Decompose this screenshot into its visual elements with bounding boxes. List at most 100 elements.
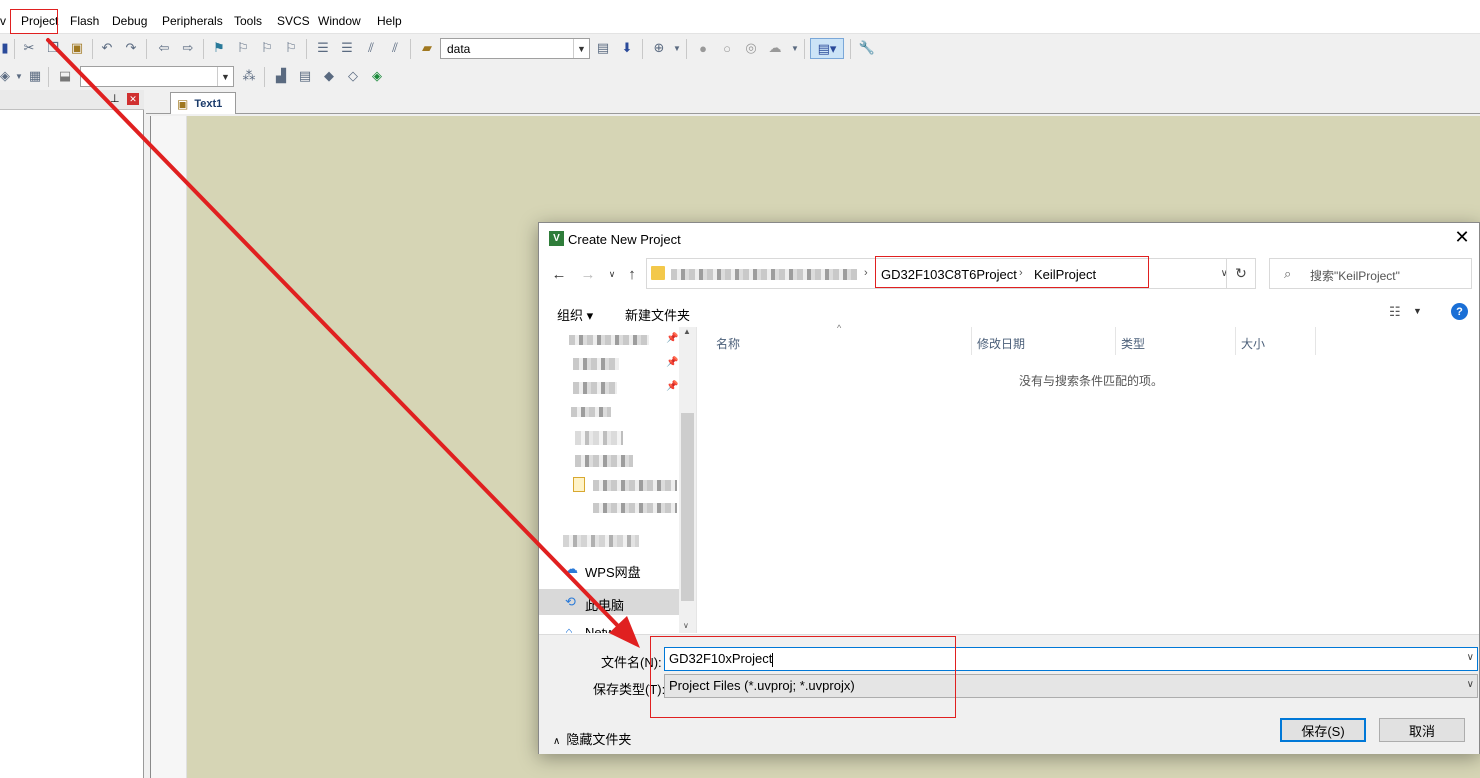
save-button[interactable]: 保存(S) — [1280, 718, 1366, 742]
cut-icon[interactable]: ✂ — [20, 39, 38, 57]
menu-debug[interactable]: Debug — [112, 14, 147, 28]
menu-project[interactable]: Project — [21, 14, 58, 28]
menu-tools[interactable]: Tools — [234, 14, 262, 28]
find-icon[interactable]: ⊕ — [650, 39, 668, 57]
search-icon: ⌕ — [1284, 266, 1292, 281]
nav-forward-icon[interactable]: ⇨ — [179, 39, 197, 57]
chevron-down-icon: ▼ — [217, 67, 233, 86]
address-bar[interactable]: › GD32F103C8T6Project › KeilProject ∨ — [646, 258, 1237, 289]
back-icon[interactable]: ← — [550, 263, 568, 285]
project-pane-header: ⊥ ✕ — [0, 90, 144, 110]
breakpoint-disable-icon[interactable]: ◎ — [742, 39, 760, 57]
savetype-select[interactable]: Project Files (*.uvproj; *.uvprojx) ∨ — [664, 674, 1478, 698]
chevron-down-icon[interactable]: ▼ — [668, 39, 686, 57]
unindent-icon[interactable]: ☰ — [338, 39, 356, 57]
tab-label: Text1 — [194, 97, 223, 110]
search-input[interactable]: ⌕ 搜索"KeilProject" — [1269, 258, 1472, 289]
nav-item-label: WPS网盘 — [585, 565, 641, 580]
grid-icon[interactable]: ▦ — [26, 67, 44, 85]
organize-button[interactable]: 组织 ▾ — [557, 305, 593, 324]
column-modified[interactable]: 修改日期 — [977, 335, 1025, 363]
column-type[interactable]: 类型 — [1121, 335, 1145, 363]
chevron-down-icon[interactable]: ▼ — [1413, 306, 1422, 316]
bookmark-next-icon[interactable]: ⚐ — [258, 39, 276, 57]
refresh-icon[interactable]: ↻ — [1226, 258, 1256, 289]
target-options-icon[interactable]: ▰ — [418, 39, 436, 57]
nav-item-wps[interactable]: ☁ WPS网盘 — [539, 556, 679, 582]
debug-start-icon[interactable]: ● — [694, 39, 712, 57]
build-icon[interactable]: ⬇ — [618, 39, 636, 57]
translate-icon[interactable]: ▤ — [594, 39, 612, 57]
bookmark-icon[interactable]: ⚑ — [210, 39, 228, 57]
breadcrumb-item[interactable]: GD32F103C8T6Project — [881, 267, 1017, 282]
filename-input[interactable]: GD32F10xProject ∨ — [664, 647, 1478, 671]
new-folder-button[interactable]: 新建文件夹 — [625, 305, 690, 324]
view-options-icon[interactable]: ☷ — [1389, 304, 1401, 320]
window-layout-icon[interactable]: ▤▾ — [810, 38, 844, 59]
uncomment-icon[interactable]: ⫽ — [386, 39, 404, 57]
breadcrumb-item[interactable]: KeilProject — [1034, 267, 1096, 282]
toolbar-main: ▮ ✂ ❐ ▣ ↶ ↷ ⇦ ⇨ ⚑ ⚐ ⚐ ⚐ ☰ ☰ ⫽ ⫽ ▰ data ▼… — [0, 35, 880, 63]
pin-icon[interactable]: 📌 — [666, 381, 678, 392]
indent-icon[interactable]: ☰ — [314, 39, 332, 57]
hide-folders-toggle[interactable]: ∧ 隐藏文件夹 — [553, 729, 631, 748]
bookmark-prev-icon[interactable]: ⚐ — [234, 39, 252, 57]
blurred-item — [571, 407, 611, 417]
cancel-button[interactable]: 取消 — [1379, 718, 1465, 742]
up-icon[interactable]: ↑ — [623, 263, 641, 285]
paste-icon[interactable]: ▣ — [68, 39, 86, 57]
toolbar-separator — [804, 39, 805, 59]
target-combo[interactable]: data ▼ — [440, 38, 590, 59]
text-caret — [772, 652, 774, 667]
rte-icon[interactable]: ◈ — [368, 67, 386, 85]
chevron-down-icon[interactable]: ▼ — [786, 39, 804, 57]
nav-back-icon[interactable]: ⇦ — [155, 39, 173, 57]
pin-icon[interactable]: ⊥ — [110, 92, 120, 105]
breakpoint-kill-icon[interactable]: ☁ — [766, 39, 784, 57]
redo-icon[interactable]: ↷ — [122, 39, 140, 57]
manage-components-icon[interactable]: ▟ — [272, 67, 290, 85]
blurred-item — [573, 382, 617, 394]
menu-peripherals[interactable]: Peripherals — [162, 14, 223, 28]
toolbar-separator — [306, 39, 307, 59]
sort-indicator-icon: ^ — [837, 323, 842, 333]
tab-text1[interactable]: ▣ Text1 — [170, 92, 236, 114]
chevron-up-icon[interactable]: ▲ — [683, 327, 691, 336]
chevron-down-icon[interactable]: ∨ — [683, 621, 689, 630]
menu-svcs[interactable]: SVCS — [277, 14, 310, 28]
undo-icon[interactable]: ↶ — [98, 39, 116, 57]
breakpoint-icon[interactable]: ○ — [718, 39, 736, 57]
menu-window[interactable]: Window — [318, 14, 361, 28]
file-extensions-icon[interactable]: ▤ — [296, 67, 314, 85]
toolbar-separator — [264, 67, 265, 87]
help-icon[interactable]: ? — [1451, 303, 1468, 320]
column-name[interactable]: 名称 — [716, 335, 740, 363]
wrench-icon[interactable]: 🔧 — [858, 39, 876, 57]
copy-icon[interactable]: ❐ — [44, 39, 62, 57]
menu-view[interactable]: v — [0, 14, 6, 28]
dialog-titlebar: V Create New Project ✕ — [539, 223, 1479, 253]
save-icon[interactable]: ▮ — [0, 39, 14, 57]
magic-wand-icon[interactable]: ⁂ — [240, 67, 258, 85]
chevron-down-icon[interactable]: ∨ — [1467, 652, 1474, 663]
chevron-down-icon[interactable]: ∨ — [603, 263, 621, 285]
close-icon[interactable]: ✕ — [127, 93, 139, 105]
forward-icon[interactable]: → — [579, 263, 597, 285]
pin-icon[interactable]: 📌 — [666, 357, 678, 368]
close-icon[interactable]: ✕ — [1451, 226, 1473, 248]
nav-item-network[interactable]: ⌂ Network — [539, 619, 679, 633]
menu-help[interactable]: Help — [377, 14, 402, 28]
column-divider — [1115, 327, 1116, 355]
select-pack-icon[interactable]: ◇ — [344, 67, 362, 85]
nav-item-this-pc[interactable]: ⟲ 此电脑 — [539, 589, 679, 615]
menu-flash[interactable]: Flash — [70, 14, 99, 28]
nav-scrollbar-thumb[interactable] — [681, 413, 694, 601]
comment-icon[interactable]: ⫽ — [362, 39, 380, 57]
load-icon[interactable]: ⬓ — [56, 67, 74, 85]
pack-installer-icon[interactable]: ◆ — [320, 67, 338, 85]
dialog-footer: 文件名(N): GD32F10xProject ∨ 保存类型(T): Proje… — [539, 634, 1479, 754]
column-size[interactable]: 大小 — [1241, 335, 1265, 363]
build-target-combo[interactable]: ▼ — [80, 66, 234, 87]
pin-icon[interactable]: 📌 — [666, 333, 678, 344]
bookmark-clear-icon[interactable]: ⚐ — [282, 39, 300, 57]
